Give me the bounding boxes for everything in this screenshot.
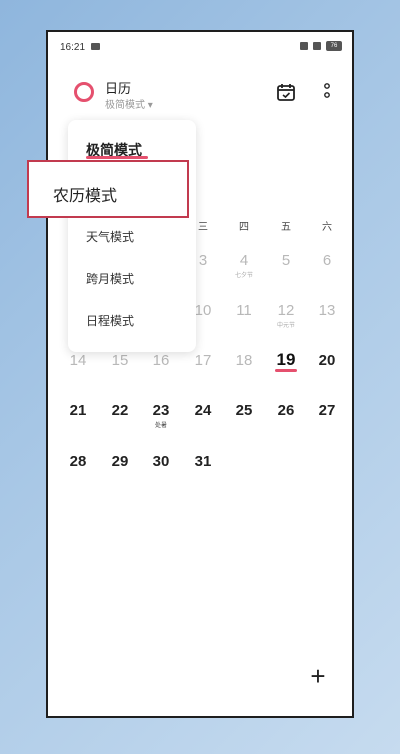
calendar-day[interactable]: 4 (227, 252, 261, 269)
app-header: 日历 极简模式 ▾ (48, 72, 352, 116)
calendar-day-today[interactable]: 19 (269, 350, 303, 370)
app-logo-icon (74, 82, 94, 102)
day-festival-label: 中元节 (276, 323, 295, 329)
today-indicator (275, 369, 297, 372)
calendar-day[interactable]: 16 (144, 352, 178, 369)
calendar-day[interactable]: 28 (61, 453, 95, 470)
calendar-day[interactable]: 27 (310, 402, 344, 419)
notification-icon (91, 43, 100, 50)
calendar-day[interactable]: 29 (103, 453, 137, 470)
calendar-day[interactable]: 18 (227, 352, 261, 369)
wifi-icon (313, 42, 321, 50)
status-icons: 76 (300, 41, 342, 51)
calendar-day[interactable]: 6 (310, 252, 344, 269)
calendar-day[interactable]: 13 (310, 302, 344, 319)
app-title: 日历 (105, 81, 132, 96)
view-mode-selector[interactable]: 极简模式 ▾ (105, 96, 153, 111)
phone-screen: 16:21 76 日历 极简模式 ▾ 三 四 五 六 3 4 七夕节 5 6 1… (46, 30, 354, 718)
weekday-label: 六 (322, 222, 332, 233)
calendar-day[interactable]: 22 (103, 402, 137, 419)
calendar-day[interactable]: 25 (227, 402, 261, 419)
day-solar-term-label: 处暑 (154, 423, 167, 429)
calendar-day[interactable]: 31 (186, 453, 220, 470)
selected-mode-underline (86, 156, 148, 159)
day-festival-label: 七夕节 (234, 273, 253, 279)
lunar-mode-label: 农历模式 (53, 188, 118, 205)
calendar-today-icon[interactable] (276, 82, 296, 102)
view-mode-menu: 极简模式 天气模式 跨月模式 日程模式 (68, 120, 196, 352)
calendar-day[interactable]: 15 (103, 352, 137, 369)
battery-icon: 76 (326, 41, 342, 51)
calendar-day[interactable]: 11 (227, 302, 261, 319)
calendar-day[interactable]: 21 (61, 402, 95, 419)
calendar-day[interactable]: 23 (144, 402, 178, 419)
menu-item-cross-month-mode[interactable]: 跨月模式 (86, 270, 134, 287)
status-bar: 16:21 76 (48, 32, 352, 62)
calendar-day[interactable]: 26 (269, 402, 303, 419)
weekday-label: 四 (239, 222, 249, 233)
menu-item-lunar-mode-highlight[interactable]: 农历模式 (27, 160, 189, 218)
calendar-day[interactable]: 5 (269, 252, 303, 269)
calendar-day[interactable]: 12 (269, 302, 303, 319)
calendar-day[interactable]: 24 (186, 402, 220, 419)
weekday-label: 五 (281, 222, 291, 233)
calendar-day[interactable]: 30 (144, 453, 178, 470)
add-event-button[interactable]: + (301, 660, 335, 694)
more-options-icon[interactable] (322, 82, 332, 102)
signal-icon (300, 42, 308, 50)
calendar-day[interactable]: 17 (186, 352, 220, 369)
calendar-day[interactable]: 14 (61, 352, 95, 369)
menu-item-schedule-mode[interactable]: 日程模式 (86, 312, 134, 329)
status-time: 16:21 (60, 42, 86, 53)
menu-item-weather-mode[interactable]: 天气模式 (86, 228, 134, 245)
calendar-day[interactable]: 20 (310, 352, 344, 369)
